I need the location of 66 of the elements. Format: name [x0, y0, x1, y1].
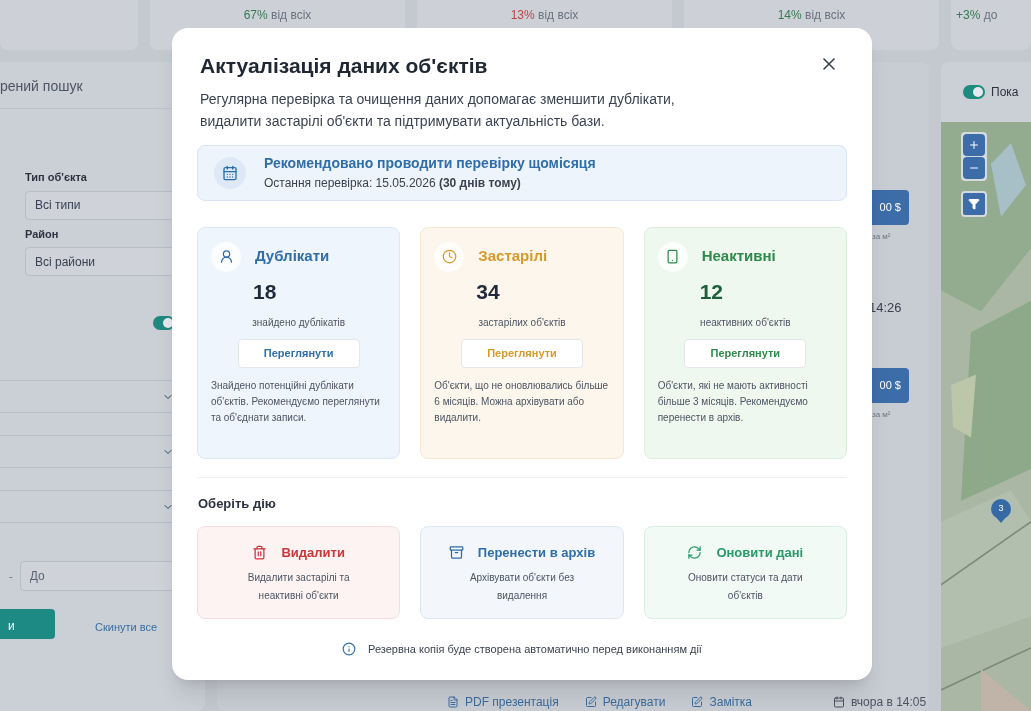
view-button[interactable]: Переглянути — [237, 339, 360, 368]
person-icon — [218, 249, 234, 264]
filter-button[interactable] — [961, 191, 987, 217]
reset-link[interactable]: Скинути все — [95, 619, 158, 636]
action-description: Видалити застарілі та неактивні об'єкти — [246, 570, 351, 603]
trash-icon — [252, 545, 268, 561]
action-description: Архівувати об'єкти без видалення — [468, 570, 576, 603]
stat-text: +3% до — [956, 7, 998, 24]
filter-label: Район — [25, 226, 60, 242]
action-card[interactable]: Оновити дані Оновити статуси та дати об'єктів — [643, 526, 847, 619]
stat-text: 13% від всіх — [510, 7, 579, 24]
toolbar-link[interactable]: вчора в 14:05 — [833, 693, 927, 711]
card-caption: знайдено дублікатів — [251, 316, 347, 330]
toggle-switch[interactable] — [963, 85, 985, 99]
calendar-icon — [222, 164, 238, 181]
stat-text: 67% від всіх — [243, 7, 312, 24]
toolbar-link[interactable]: PDF презентація — [447, 693, 559, 711]
toggle-label: Пока — [991, 84, 1019, 101]
stat-text: 14% від всіх — [777, 7, 846, 24]
refresh-icon — [687, 545, 703, 561]
card-description: Об'єкти, які не мають активності більше 3 місяців. Рекомендуємо перенести в архів. — [657, 379, 809, 425]
action-card[interactable]: Видалити Видалити застарілі та неактивні об'єкти — [197, 526, 401, 619]
filter-label: Тип об'єкта — [25, 170, 88, 185]
action-title: Перенести в архів — [477, 544, 596, 562]
panel-heading: рений пошук — [0, 76, 83, 96]
card-caption: неактивних об'єктів — [699, 316, 792, 330]
zoom-in-button[interactable] — [963, 134, 985, 156]
toolbar-link[interactable]: Редагувати — [584, 693, 666, 711]
footer-note: Резервна копія буде створена автоматично перед виконанням дії — [368, 642, 702, 657]
phone-icon — [665, 249, 681, 264]
plus-icon — [968, 139, 980, 151]
document-icon — [447, 696, 459, 708]
range-dash: - — [9, 568, 13, 584]
banner-subtitle: Остання перевірка: 15.05.2026 (30 днів тому) — [264, 175, 522, 192]
modal-title: Актуалізація даних об'єктів — [200, 53, 488, 79]
card-count: 34 — [475, 278, 501, 305]
note-icon — [691, 696, 704, 708]
card-description: Знайдено потенційні дублікати об'єктів. Рекомендуємо переглянути та об'єднати записи. — [211, 379, 381, 425]
card-caption: застарілих об'єктів — [477, 316, 567, 330]
section-heading: Оберіть дію — [197, 494, 277, 513]
action-title: Оновити дані — [716, 544, 804, 562]
archive-icon — [448, 545, 464, 561]
price-per-area: за м² — [866, 408, 891, 421]
action-title: Видалити — [281, 544, 345, 562]
zoom-out-button[interactable] — [963, 157, 985, 179]
card-description: Об'єкти, що не оновлювались більше 6 місяців. Можна архівувати або видалити. — [434, 379, 610, 425]
filter-icon — [968, 198, 980, 210]
action-card[interactable]: Перенести в архів Архівувати об'єкти без видалення — [420, 526, 624, 619]
card-count: 12 — [698, 278, 724, 305]
card-title: Дублікати — [255, 246, 330, 267]
edit-icon — [584, 696, 597, 708]
card-count: 18 — [252, 278, 278, 305]
toolbar-link[interactable]: Замітка — [691, 693, 752, 711]
calendar-icon — [833, 696, 845, 708]
toggle-switch[interactable] — [153, 316, 175, 330]
listing-time: 14:26 — [868, 299, 902, 317]
action-description: Оновити статуси та дати об'єктів — [687, 570, 804, 603]
price-per-area: за м² — [866, 231, 891, 243]
apply-button[interactable]: и — [0, 609, 55, 639]
banner-title: Рекомендовано проводити перевірку щомісяця — [264, 154, 596, 173]
card-title: Застарілі — [478, 246, 548, 267]
info-icon — [342, 642, 357, 657]
card-title: Неактивні — [701, 246, 776, 267]
view-button[interactable]: Переглянути — [684, 339, 807, 368]
modal-description: Регулярна перевірка та очищення даних допомагає зменшити дублікати, видалити застарілі об'єкти та підтримувати актуальність бази. — [199, 89, 676, 131]
clock-icon — [441, 249, 457, 264]
